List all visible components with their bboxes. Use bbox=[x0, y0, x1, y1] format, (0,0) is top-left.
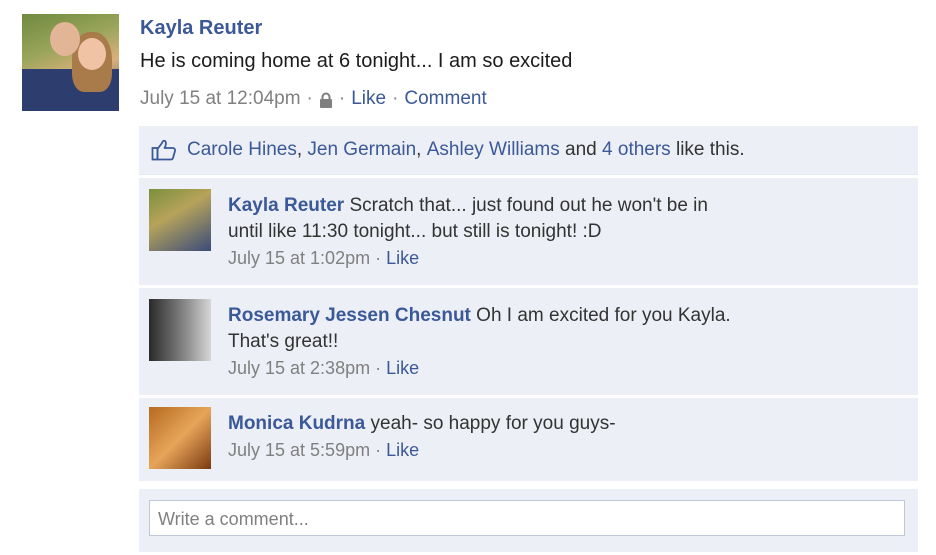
comment-author-link[interactable]: Monica Kudrna bbox=[228, 413, 365, 434]
comment-meta: July 15 at 5:59pm · Like bbox=[228, 440, 419, 460]
avatar-face-shape-2 bbox=[78, 38, 106, 70]
feedback-section: Carole Hines, Jen Germain, Ashley Willia… bbox=[139, 126, 918, 481]
likes-others-link[interactable]: 4 others bbox=[602, 139, 671, 161]
post-comment-link[interactable]: Comment bbox=[404, 88, 486, 110]
post-like-link[interactable]: Like bbox=[351, 88, 386, 110]
comma: , bbox=[296, 139, 308, 160]
comment-body: Rosemary Jessen Chesnut Oh I am excited … bbox=[228, 303, 908, 382]
post-author-link[interactable]: Kayla Reuter bbox=[140, 17, 262, 40]
comment-text: Scratch that... just found out he won't … bbox=[349, 195, 708, 216]
liker-link[interactable]: Ashley Williams bbox=[427, 139, 560, 161]
comment-avatar[interactable] bbox=[149, 407, 211, 469]
meta-separator: · bbox=[375, 358, 382, 378]
meta-separator: · bbox=[375, 248, 382, 268]
comma: , bbox=[416, 139, 427, 160]
likes-and-text: and bbox=[565, 139, 597, 160]
post-meta: July 15 at 12:04pm · · Like · Comment bbox=[140, 88, 487, 110]
likes-suffix: like this. bbox=[675, 139, 745, 160]
post-message: He is coming home at 6 tonight... I am s… bbox=[140, 50, 573, 72]
write-comment-input[interactable]: Write a comment... bbox=[149, 500, 905, 536]
comment-text: yeah- so happy for you guys- bbox=[370, 413, 616, 434]
meta-separator-3: · bbox=[392, 88, 399, 109]
comment-body: Monica Kudrna yeah- so happy for you guy… bbox=[228, 411, 908, 464]
avatar-face-shape bbox=[50, 22, 80, 56]
liker-link[interactable]: Carole Hines bbox=[187, 139, 297, 161]
comment-author-link[interactable]: Rosemary Jessen Chesnut bbox=[228, 305, 471, 326]
comment-like-link[interactable]: Like bbox=[386, 440, 419, 460]
lock-icon[interactable] bbox=[319, 92, 333, 108]
comment-body: Kayla Reuter Scratch that... just found … bbox=[228, 193, 908, 272]
comment-author-link[interactable]: Kayla Reuter bbox=[228, 195, 344, 216]
author-avatar[interactable] bbox=[22, 14, 119, 111]
write-comment-area: Write a comment... bbox=[139, 486, 918, 552]
comment-timestamp[interactable]: July 15 at 1:02pm bbox=[228, 248, 370, 268]
likes-summary: Carole Hines, Jen Germain, Ashley Willia… bbox=[139, 126, 918, 175]
comment-avatar[interactable] bbox=[149, 189, 211, 251]
comment-item: Rosemary Jessen Chesnut Oh I am excited … bbox=[139, 285, 918, 395]
comment-timestamp[interactable]: July 15 at 2:38pm bbox=[228, 358, 370, 378]
thumbs-up-icon bbox=[151, 139, 176, 161]
comment-meta: July 15 at 2:38pm · Like bbox=[228, 358, 419, 378]
comment-avatar[interactable] bbox=[149, 299, 211, 361]
comment-text: Oh I am excited for you Kayla. bbox=[476, 305, 731, 326]
post-timestamp[interactable]: July 15 at 12:04pm bbox=[140, 88, 301, 110]
comment-meta: July 15 at 1:02pm · Like bbox=[228, 248, 419, 268]
meta-separator-2: · bbox=[338, 88, 346, 109]
meta-separator: · bbox=[375, 440, 382, 460]
comment-item: Kayla Reuter Scratch that... just found … bbox=[139, 175, 918, 285]
comment-like-link[interactable]: Like bbox=[386, 358, 419, 378]
comment-item: Monica Kudrna yeah- so happy for you guy… bbox=[139, 395, 918, 481]
liker-link[interactable]: Jen Germain bbox=[307, 139, 416, 161]
comment-text-2: That's great!! bbox=[228, 331, 339, 352]
comment-text-2: until like 11:30 tonight... but still is… bbox=[228, 221, 602, 242]
comment-like-link[interactable]: Like bbox=[386, 248, 419, 268]
comment-timestamp[interactable]: July 15 at 5:59pm bbox=[228, 440, 370, 460]
meta-separator: · bbox=[306, 88, 313, 109]
